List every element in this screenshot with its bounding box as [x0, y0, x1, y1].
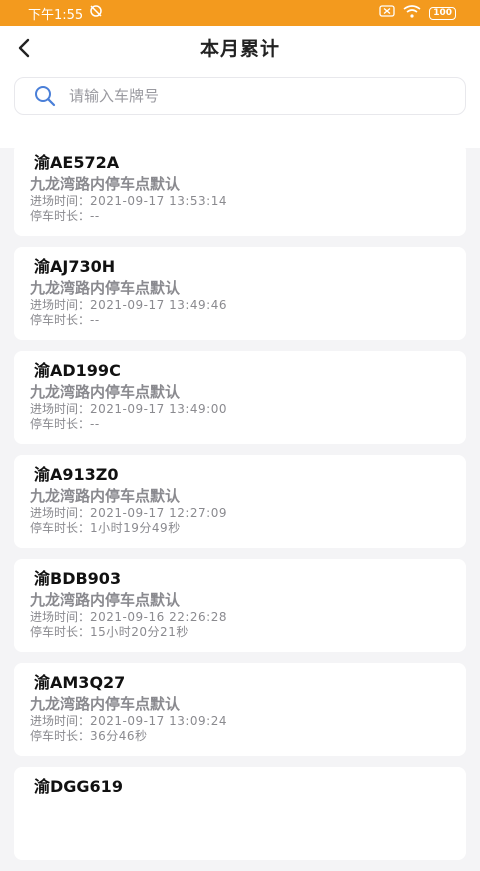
- entry-time-row: 进场时间：2021-09-17 13:49:46: [30, 298, 466, 313]
- entry-time-row: 进场时间：2021-09-17 13:53:14: [30, 194, 466, 209]
- entry-time-label: 进场时间：: [30, 714, 91, 728]
- plate-number: 渝BDB903: [34, 569, 122, 588]
- status-time: 下午1:55: [28, 7, 84, 23]
- duration-value: 36分46秒: [90, 729, 148, 743]
- duration-value: --: [90, 313, 100, 327]
- parking-location: 九龙湾路内停车点默认: [30, 591, 181, 609]
- duration-label: 停车时长：: [30, 521, 91, 535]
- entry-time-value: 2021-09-17 13:49:00: [90, 402, 227, 416]
- entry-time-label: 进场时间：: [30, 506, 91, 520]
- duration-label: 停车时长：: [30, 209, 91, 223]
- entry-time-label: 进场时间：: [30, 402, 91, 416]
- plate-number: 渝AM3Q27: [34, 673, 126, 692]
- entry-time-value: 2021-09-17 13:53:14: [90, 194, 227, 208]
- plate-search-input[interactable]: [67, 86, 431, 106]
- entry-time-label: 进场时间：: [30, 298, 91, 312]
- entry-time-value: 2021-09-17 13:49:46: [90, 298, 227, 312]
- entry-time-value: 2021-09-16 22:26:28: [90, 610, 227, 624]
- duration-value: --: [90, 417, 100, 431]
- entry-time-value: 2021-09-17 13:09:24: [90, 714, 227, 728]
- sim-off-icon: [379, 5, 395, 21]
- record-card[interactable]: 渝AM3Q27 九龙湾路内停车点默认 进场时间：2021-09-17 13:09…: [14, 663, 466, 756]
- duration-label: 停车时长：: [30, 313, 91, 327]
- plate-number: 渝AE572A: [34, 153, 120, 172]
- plate-number: 渝DGG619: [34, 777, 123, 796]
- duration-row: 停车时长：--: [30, 417, 466, 432]
- plate-number: 渝AD199C: [34, 361, 121, 380]
- parking-location: 九龙湾路内停车点默认: [30, 487, 181, 505]
- duration-label: 停车时长：: [30, 417, 91, 431]
- record-card[interactable]: 渝A913Z0 九龙湾路内停车点默认 进场时间：2021-09-17 12:27…: [14, 455, 466, 548]
- battery-icon: 100: [429, 6, 456, 20]
- plate-number: 渝AJ730H: [34, 257, 116, 276]
- wifi-icon: [403, 4, 421, 22]
- record-card[interactable]: 渝AD199C 九龙湾路内停车点默认 进场时间：2021-09-17 13:49…: [14, 351, 466, 444]
- entry-time-row: 进场时间：2021-09-16 22:26:28: [30, 610, 466, 625]
- parking-location: 九龙湾路内停车点默认: [30, 279, 181, 297]
- duration-row: 停车时长：1小时19分49秒: [30, 521, 466, 536]
- plate-number: 渝A913Z0: [34, 465, 119, 484]
- duration-label: 停车时长：: [30, 625, 91, 639]
- record-card[interactable]: 渝AJ730H 九龙湾路内停车点默认 进场时间：2021-09-17 13:49…: [14, 247, 466, 340]
- record-card[interactable]: 渝AE572A 九龙湾路内停车点默认 进场时间：2021-09-17 13:53…: [14, 143, 466, 236]
- duration-row: 停车时长：--: [30, 209, 466, 224]
- page-header: 本月累计: [0, 26, 480, 148]
- duration-row: 停车时长：15小时20分21秒: [30, 625, 466, 640]
- status-bar: 下午1:55 100: [0, 0, 480, 26]
- duration-value: 15小时20分21秒: [90, 625, 189, 639]
- search-icon: [33, 84, 57, 108]
- parking-location: 九龙湾路内停车点默认: [30, 695, 181, 713]
- entry-time-label: 进场时间：: [30, 194, 91, 208]
- parking-record-list: 渝AE572A 九龙湾路内停车点默认 进场时间：2021-09-17 13:53…: [14, 143, 466, 871]
- entry-time-label: 进场时间：: [30, 610, 91, 624]
- duration-row: 停车时长：36分46秒: [30, 729, 466, 744]
- duration-row: 停车时长：--: [30, 313, 466, 328]
- sync-off-icon: [89, 4, 103, 22]
- parking-location: 九龙湾路内停车点默认: [30, 175, 181, 193]
- entry-time-value: 2021-09-17 12:27:09: [90, 506, 227, 520]
- record-card[interactable]: 渝BDB903 九龙湾路内停车点默认 进场时间：2021-09-16 22:26…: [14, 559, 466, 652]
- search-bar[interactable]: [14, 77, 466, 115]
- entry-time-row: 进场时间：2021-09-17 13:09:24: [30, 714, 466, 729]
- record-card[interactable]: 渝DGG619: [14, 767, 466, 860]
- page-title: 本月累计: [199, 38, 280, 60]
- duration-label: 停车时长：: [30, 729, 91, 743]
- parking-location: 九龙湾路内停车点默认: [30, 383, 181, 401]
- entry-time-row: 进场时间：2021-09-17 12:27:09: [30, 506, 466, 521]
- duration-value: 1小时19分49秒: [90, 521, 181, 535]
- entry-time-row: 进场时间：2021-09-17 13:49:00: [30, 402, 466, 417]
- duration-value: --: [90, 209, 100, 223]
